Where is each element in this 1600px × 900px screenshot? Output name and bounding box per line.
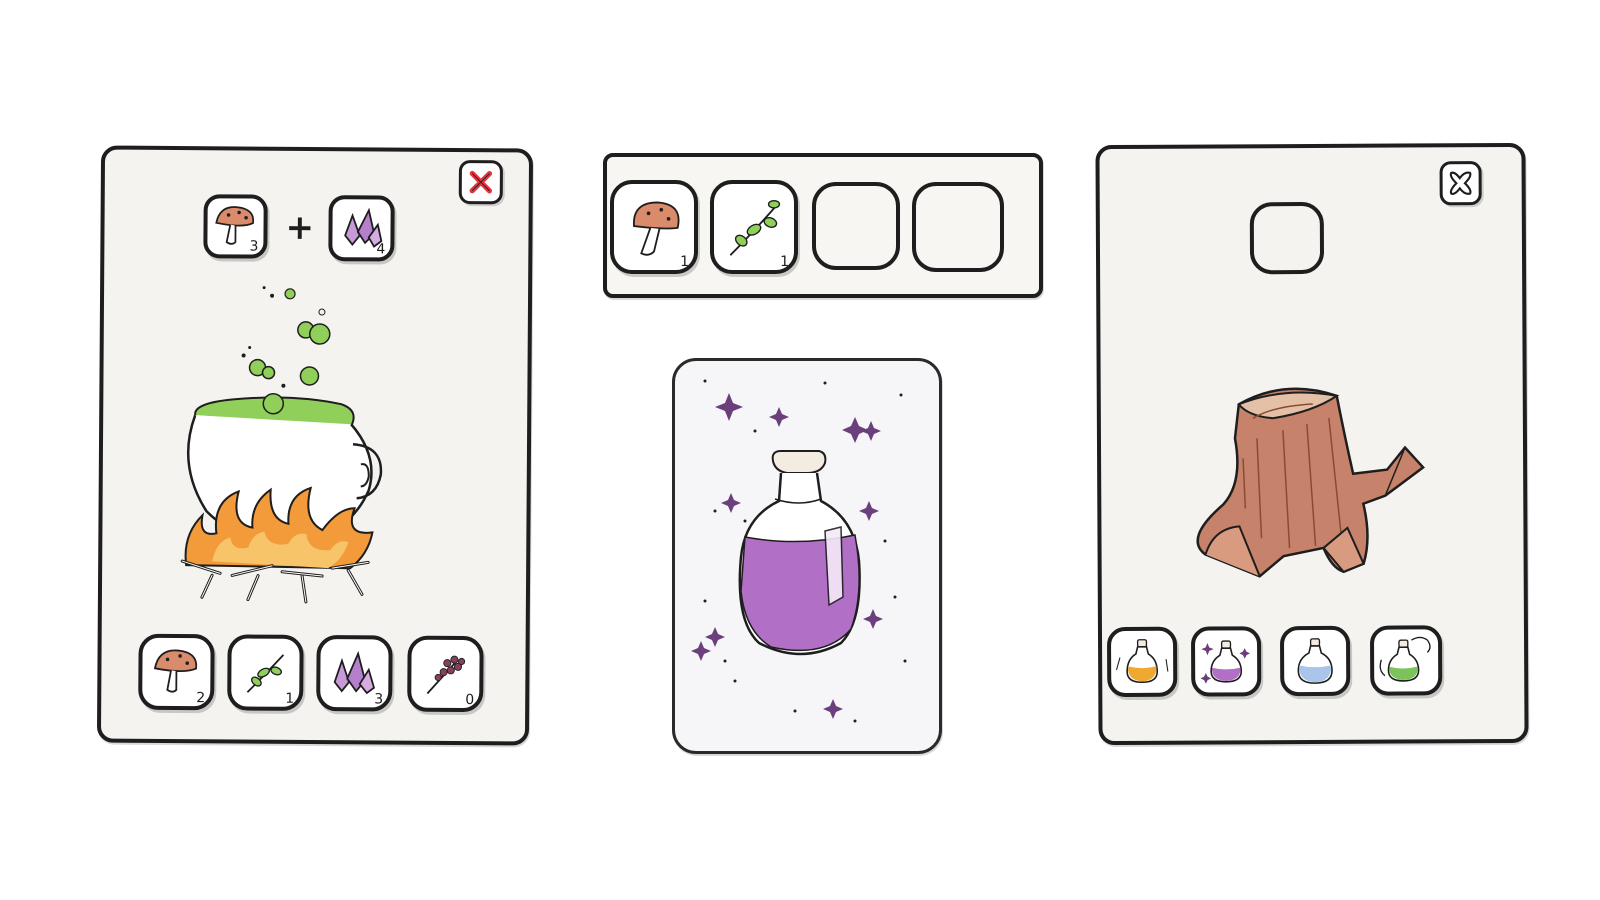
cauldron-panel: 3 + 4 2 1 3 0 (96, 145, 534, 746)
inventory-bar: 1 1 (603, 153, 1043, 298)
recipe-ingredient-count: 3 (249, 238, 259, 255)
recipe-ingredient-slot-1[interactable]: 3 (203, 194, 268, 259)
inventory-count: 1 (285, 690, 295, 707)
purple-potion-icon (1200, 640, 1251, 684)
close-icon (469, 170, 493, 194)
offering-drop-slot[interactable] (1249, 201, 1325, 275)
purple-potion-bottle-icon (691, 379, 907, 723)
inventory-count: 2 (196, 690, 206, 707)
tree-stump-illustration (1173, 387, 1425, 578)
recipe-ingredient-slot-2[interactable]: 4 (328, 195, 395, 262)
close-button[interactable] (458, 159, 503, 205)
potion-slot-orange[interactable] (1106, 626, 1178, 698)
potion-slot-blue[interactable] (1279, 625, 1351, 697)
orange-potion-icon (1115, 639, 1169, 684)
inventory-count: 0 (465, 692, 475, 709)
close-icon (1449, 171, 1472, 195)
inventory-slot-crystal[interactable]: 3 (316, 635, 393, 712)
close-button[interactable] (1439, 161, 1482, 206)
recipe-ingredient-count: 4 (376, 241, 386, 258)
bar-slot-count: 1 (780, 254, 789, 270)
bar-slot-herb[interactable]: 1 (710, 180, 798, 274)
inventory-slot-mushroom[interactable]: 2 (138, 633, 215, 711)
blue-potion-icon (1297, 638, 1333, 684)
inventory-count: 3 (374, 691, 384, 708)
stump-panel (1095, 142, 1529, 746)
recipe-plus-sign: + (285, 207, 315, 248)
bubble-icon (241, 286, 331, 388)
inventory-slot-berries[interactable]: 0 (407, 635, 484, 713)
bar-slot-mushroom[interactable]: 1 (610, 180, 698, 274)
bar-slot-empty[interactable] (912, 182, 1004, 272)
potion-card[interactable] (672, 358, 942, 754)
potion-slot-purple[interactable] (1190, 626, 1262, 697)
inventory-slot-herb[interactable]: 1 (227, 634, 304, 711)
green-potion-icon (1379, 636, 1431, 682)
bar-slot-count: 1 (680, 254, 689, 270)
potion-slot-green[interactable] (1369, 625, 1443, 696)
bar-slot-empty[interactable] (812, 182, 900, 270)
cauldron-illustration (180, 286, 383, 604)
